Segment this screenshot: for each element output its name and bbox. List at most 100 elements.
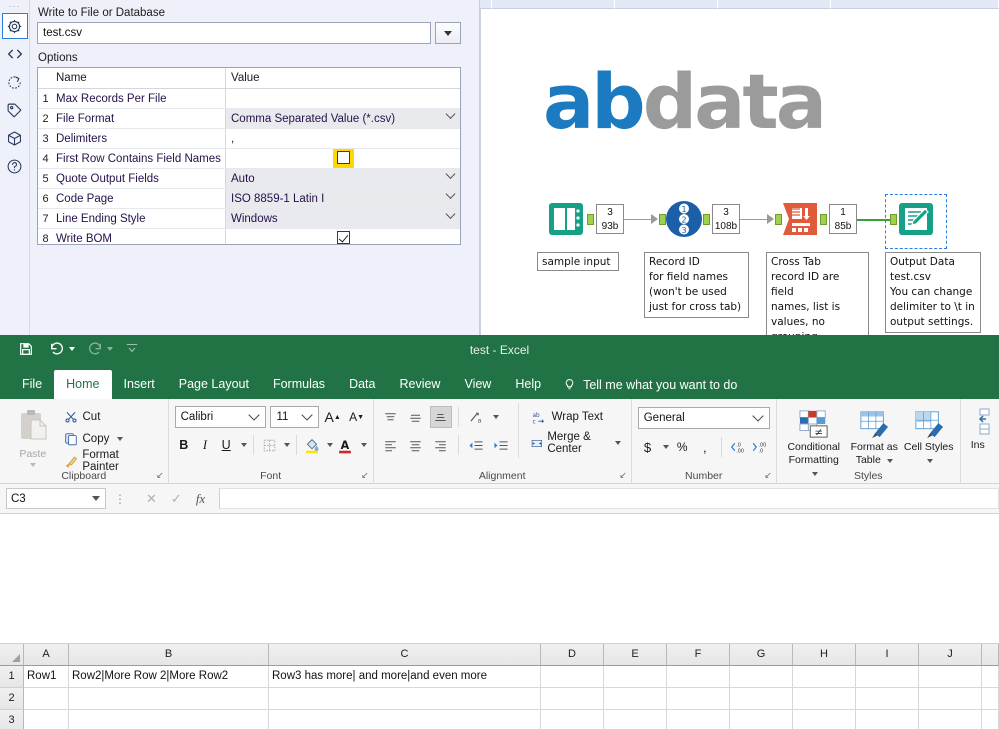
cell-a1[interactable]: Row1 (24, 666, 69, 688)
formula-input[interactable] (219, 488, 999, 509)
cell-h3[interactable] (793, 710, 856, 729)
conditional-formatting-button[interactable]: ≠ Conditional Formatting (783, 405, 845, 480)
column-header-g[interactable]: G (730, 644, 793, 666)
write-bom-checkbox[interactable] (336, 231, 350, 244)
cell-f3[interactable] (667, 710, 730, 729)
canvas-tab[interactable] (480, 0, 492, 9)
align-right-button[interactable] (430, 434, 452, 456)
orientation-button[interactable]: a (465, 406, 487, 428)
cell-d1[interactable] (541, 666, 604, 688)
canvas-tab[interactable] (492, 0, 615, 9)
refresh-icon[interactable] (2, 69, 28, 95)
tab-home[interactable]: Home (54, 370, 112, 399)
font-color-dropdown-icon[interactable] (360, 443, 367, 447)
canvas-surface[interactable]: abdata 3 93b 1 2 3 3 108b 1 85b sample i… (480, 9, 999, 348)
select-all-corner[interactable] (0, 644, 24, 666)
table-row[interactable]: 2 File Format Comma Separated Value (*.c… (38, 108, 460, 129)
code-icon[interactable] (2, 41, 28, 67)
row-header-1[interactable]: 1 (0, 666, 24, 688)
note-output-data[interactable]: Output Data test.csv You can change deli… (885, 252, 981, 333)
wrap-text-button[interactable]: ab c Wrap Text (527, 406, 625, 428)
cell-k3[interactable] (982, 710, 999, 729)
formula-bar-resize-handle[interactable]: ⋮ (114, 492, 126, 506)
decrease-indent-button[interactable] (465, 434, 487, 456)
help-icon[interactable] (2, 153, 28, 179)
table-row[interactable]: 5 Quote Output Fields Auto (38, 168, 460, 189)
table-row[interactable]: 6 Code Page ISO 8859-1 Latin I (38, 188, 460, 209)
cell-e3[interactable] (604, 710, 667, 729)
number-format-select[interactable]: General (637, 407, 770, 429)
bold-button[interactable]: B (175, 434, 193, 456)
cell-b2[interactable] (69, 688, 269, 710)
tab-data[interactable]: Data (337, 370, 387, 399)
quote-output-fields-select[interactable]: Auto (226, 168, 460, 188)
fill-color-dropdown-icon[interactable] (327, 443, 334, 447)
format-as-table-dropdown-icon[interactable] (886, 459, 893, 463)
paste-button[interactable]: Paste (6, 403, 60, 472)
first-row-contains-field-names-checkbox[interactable] (336, 151, 350, 165)
table-row[interactable]: 3 Delimiters , (38, 129, 460, 149)
file-browse-dropdown-button[interactable] (435, 22, 461, 44)
enter-formula-button[interactable]: ✓ (171, 491, 182, 507)
tab-help[interactable]: Help (503, 370, 553, 399)
table-row[interactable]: 7 Line Ending Style Windows (38, 208, 460, 229)
tab-review[interactable]: Review (387, 370, 452, 399)
delimiters-input[interactable]: , (226, 129, 460, 148)
package-icon[interactable] (2, 125, 28, 151)
align-bottom-button[interactable] (429, 406, 452, 428)
font-family-select[interactable]: Calibri (174, 406, 267, 428)
align-middle-button[interactable] (405, 406, 427, 428)
insert-cells-button[interactable]: Ins (967, 403, 999, 452)
cell-d2[interactable] (541, 688, 604, 710)
canvas-tab[interactable] (718, 0, 831, 9)
underline-button[interactable]: U (217, 434, 235, 456)
tab-insert[interactable]: Insert (112, 370, 167, 399)
merge-center-button[interactable]: Merge & Center (527, 431, 625, 455)
format-as-table-button[interactable]: Format as Table (847, 405, 902, 480)
cell-j1[interactable] (919, 666, 982, 688)
decrease-decimal-button[interactable]: .00 .0 (750, 436, 770, 458)
cell-h1[interactable] (793, 666, 856, 688)
connector-record-count-3[interactable]: 1 85b (829, 204, 857, 234)
paste-dropdown-icon[interactable] (29, 463, 36, 467)
cell-k1[interactable] (982, 666, 999, 688)
row-header-3[interactable]: 3 (0, 710, 24, 729)
cell-d3[interactable] (541, 710, 604, 729)
merge-center-dropdown-icon[interactable] (614, 441, 621, 445)
output-anchor[interactable] (703, 214, 710, 225)
cell-c2[interactable] (269, 688, 541, 710)
borders-button[interactable] (260, 434, 278, 456)
cut-button[interactable]: Cut (60, 406, 162, 428)
increase-indent-button[interactable] (490, 434, 512, 456)
note-cross-tab[interactable]: Cross Tab record ID are field names, lis… (766, 252, 869, 348)
record-id-tool[interactable]: 1 2 3 (664, 199, 704, 239)
tab-formulas[interactable]: Formulas (261, 370, 337, 399)
italic-button[interactable]: I (196, 434, 214, 456)
output-anchor[interactable] (587, 214, 594, 225)
currency-button[interactable]: $ (638, 436, 658, 458)
tab-page-layout[interactable]: Page Layout (167, 370, 261, 399)
column-header-k[interactable] (982, 644, 999, 666)
cell-b3[interactable] (69, 710, 269, 729)
insert-function-button[interactable]: fx (196, 491, 205, 507)
connector-record-count-1[interactable]: 3 93b (596, 204, 624, 234)
column-header-a[interactable]: A (24, 644, 69, 666)
table-row[interactable]: 8 Write BOM (38, 229, 460, 244)
cell-h2[interactable] (793, 688, 856, 710)
cancel-formula-button[interactable]: ✕ (146, 491, 157, 507)
cell-j2[interactable] (919, 688, 982, 710)
cell-styles-dropdown-icon[interactable] (927, 459, 934, 463)
tab-view[interactable]: View (452, 370, 503, 399)
cell-a2[interactable] (24, 688, 69, 710)
table-row[interactable]: 4 First Row Contains Field Names (38, 149, 460, 169)
note-record-id[interactable]: Record ID for field names (won't be used… (644, 252, 749, 318)
file-format-select[interactable]: Comma Separated Value (*.csv) (226, 108, 460, 128)
column-header-f[interactable]: F (667, 644, 730, 666)
percent-style-button[interactable]: % (672, 436, 692, 458)
increase-decimal-button[interactable]: .0 .00 (728, 436, 748, 458)
cell-b1[interactable]: Row2|More Row 2|More Row2 (69, 666, 269, 688)
column-header-e[interactable]: E (604, 644, 667, 666)
cell-g1[interactable] (730, 666, 793, 688)
column-header-h[interactable]: H (793, 644, 856, 666)
cell-f1[interactable] (667, 666, 730, 688)
